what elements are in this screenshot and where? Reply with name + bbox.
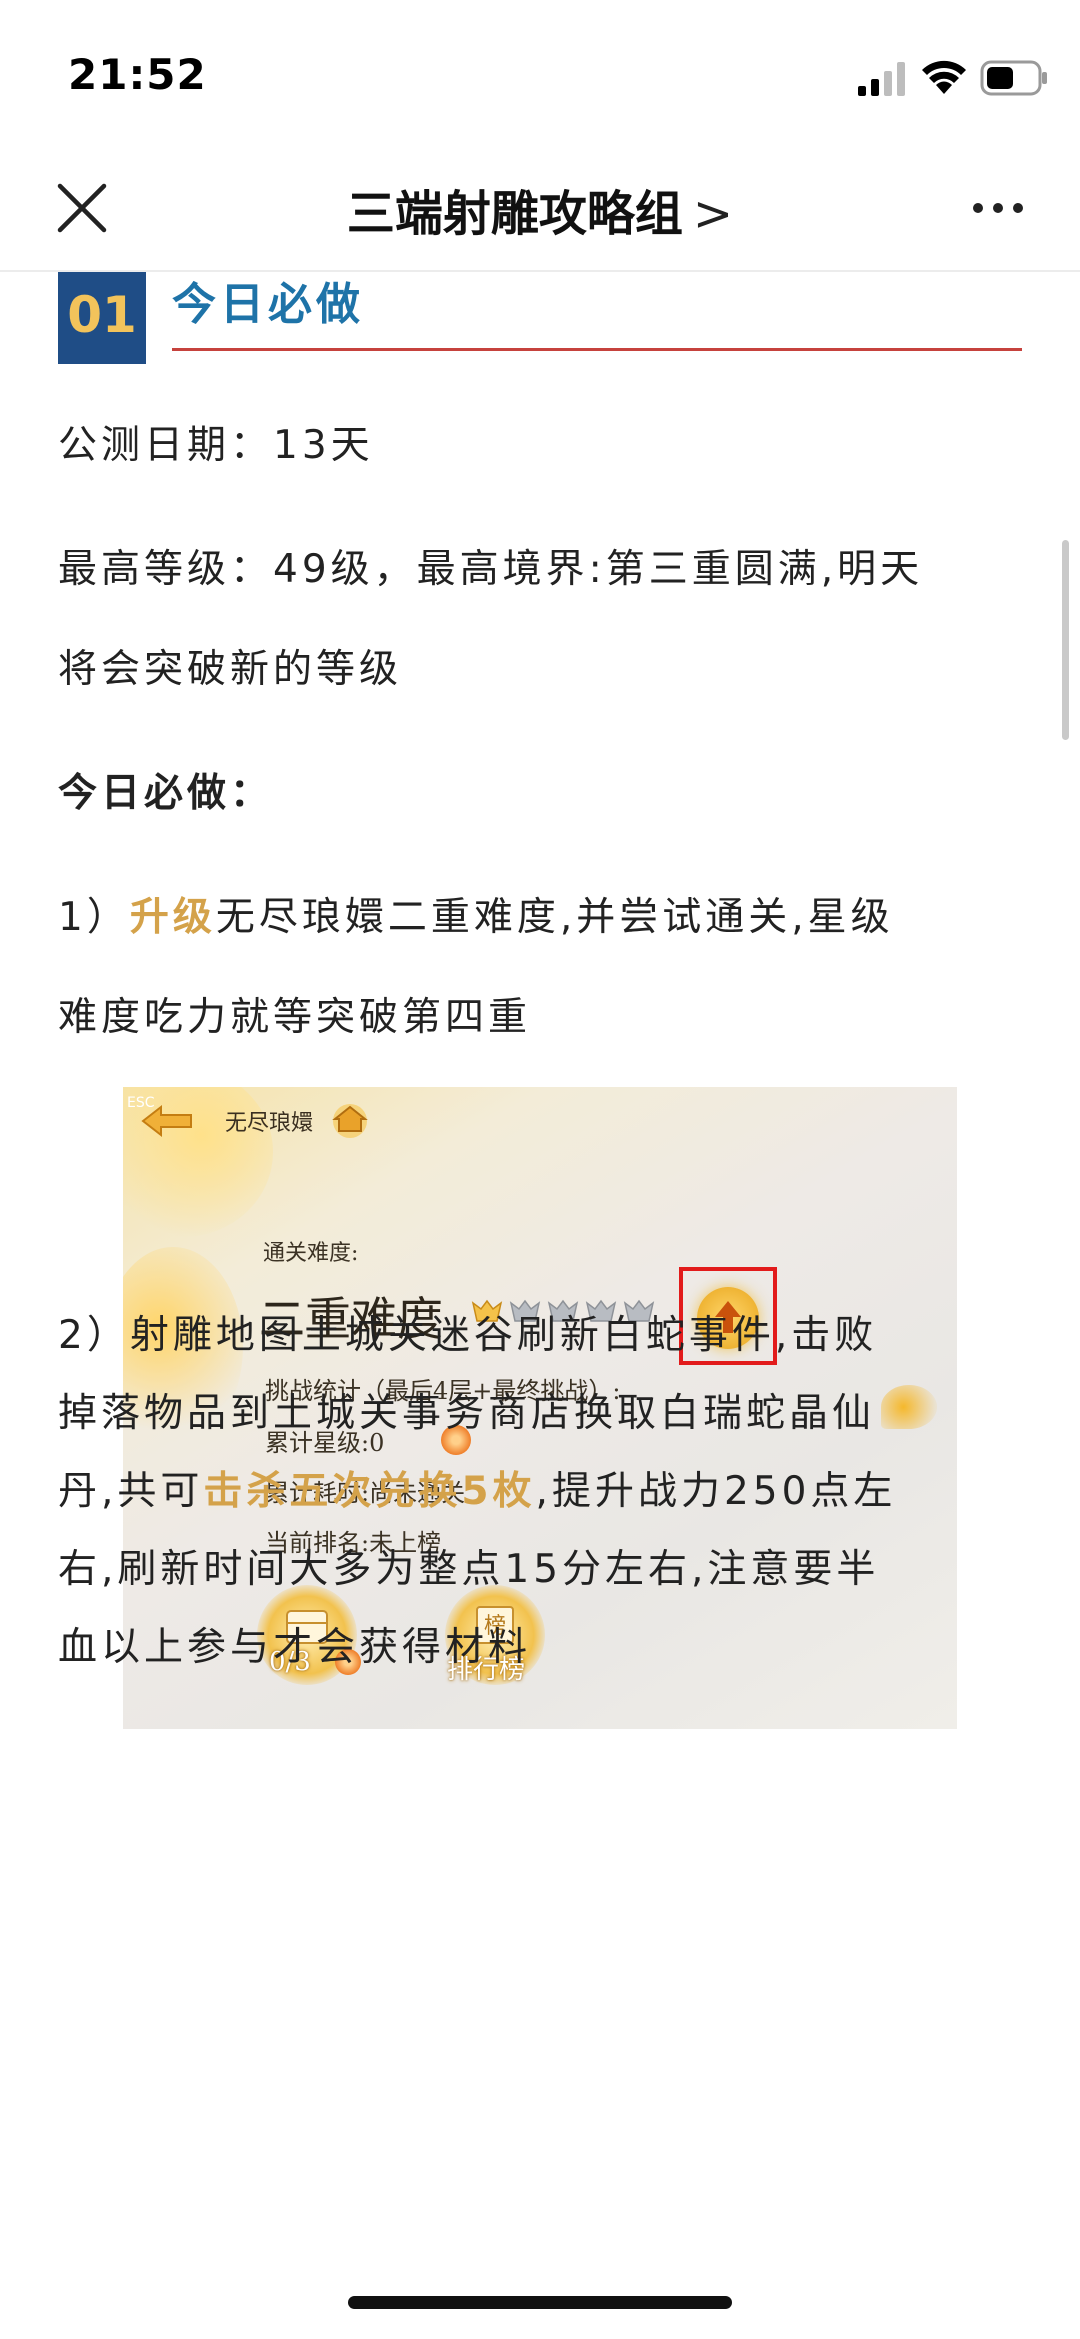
todo-item-2-line5: 血以上参与才会获得材料 — [58, 1625, 532, 1670]
home-indicator[interactable] — [348, 2296, 732, 2309]
todo-item-2-line1: 2）射雕地图土城关迷谷刷新白蛇事件,击败 — [58, 1313, 878, 1358]
item-text: 无尽琅嬛二重难度,并尝试通关,星级 — [215, 895, 894, 940]
item-number: 1） — [58, 895, 130, 940]
section-number: 01 — [58, 272, 146, 364]
article-content: 01 今日必做 公测日期：13天 最高等级：49级，最高境界:第三重圆满,明天 … — [0, 272, 1080, 2339]
section-header: 01 今日必做 — [58, 272, 1022, 364]
scrollbar-thumb[interactable] — [1062, 540, 1069, 740]
status-bar: 21:52 — [0, 0, 1080, 150]
home-icon — [332, 1104, 368, 1138]
back-arrow-icon — [141, 1104, 192, 1138]
section-title: 今日必做 — [172, 279, 364, 330]
item-text: ,提升战力250点左 — [535, 1469, 897, 1514]
test-days-text: 公测日期：13天 — [58, 423, 374, 468]
highlight-text: 升级 — [129, 895, 216, 940]
game-title: 无尽琅嬛 — [225, 1111, 314, 1136]
more-icon[interactable] — [970, 196, 1026, 220]
todo-item-2-line3: 丹,共可击杀五次兑换5枚,提升战力250点左 — [58, 1460, 1028, 1516]
difficulty-label: 通关难度: — [263, 1241, 359, 1266]
signal-icon — [858, 62, 905, 96]
todo-item-2-line2: 掉落物品到土城关事务商店换取白瑞蛇晶仙 — [58, 1391, 876, 1436]
todo-heading: 今日必做： — [58, 771, 274, 816]
battery-icon — [980, 60, 1047, 96]
todo-item-1-line1: 1）升级无尽琅嬛二重难度,并尝试通关,星级 — [58, 886, 1028, 942]
status-time: 21:52 — [68, 50, 207, 99]
item-text: 丹,共可 — [58, 1469, 204, 1514]
chevron-right-icon: > — [692, 186, 734, 242]
section-divider — [172, 348, 1022, 351]
max-level-text-line1: 最高等级：49级，最高境界:第三重圆满,明天 — [58, 547, 924, 592]
game-top-bar: ESC 无尽琅嬛 — [123, 1087, 957, 1147]
account-name: 三端射雕攻略组 — [346, 186, 683, 242]
highlight-text: 击杀五次兑换5枚 — [203, 1469, 536, 1514]
todo-item-1-line2: 难度吃力就等突破第四重 — [58, 995, 532, 1040]
wifi-icon — [922, 60, 966, 94]
max-level-text-line2: 将会突破新的等级 — [58, 647, 403, 692]
account-title-link[interactable]: 三端射雕攻略组 > — [0, 174, 1080, 244]
todo-item-2-line4: 右,刷新时间大多为整点15分左右,注意要半 — [58, 1547, 880, 1592]
nav-bar: 三端射雕攻略组 > — [0, 150, 1080, 272]
